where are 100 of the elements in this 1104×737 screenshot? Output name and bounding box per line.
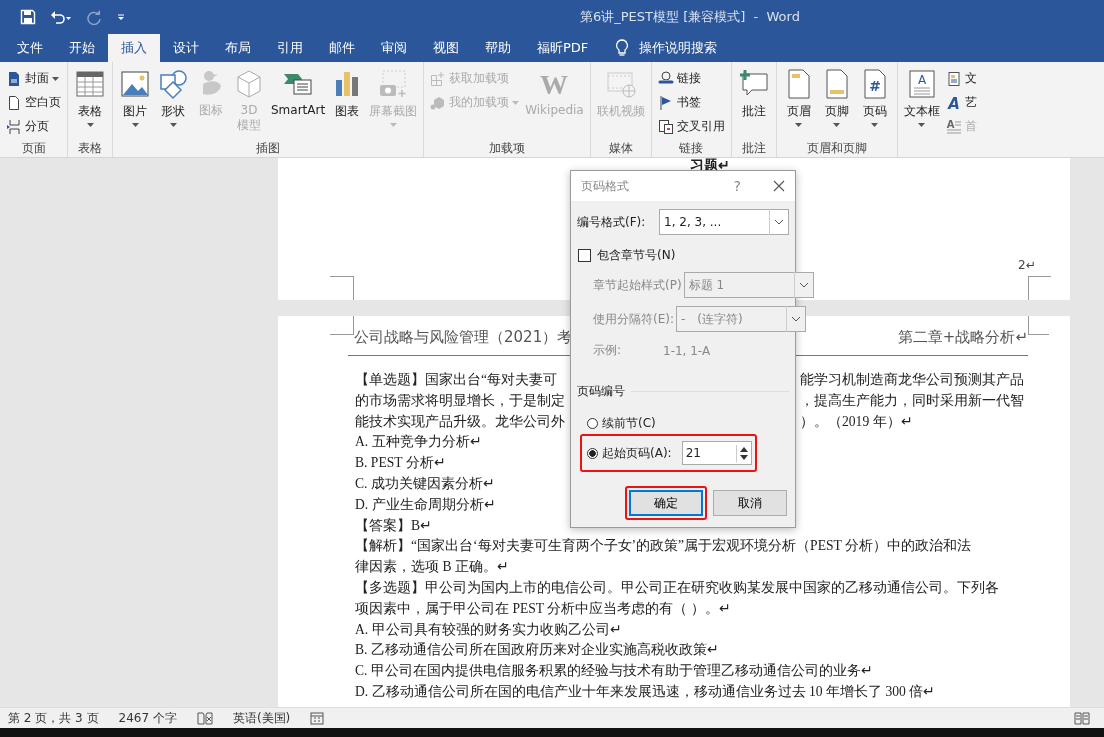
radio-button[interactable] (587, 447, 598, 459)
tell-me-search[interactable]: 操作说明搜索 (639, 39, 718, 57)
ribbon-button[interactable]: 空白页 (4, 92, 63, 113)
proofing-icon[interactable] (196, 711, 213, 725)
save-icon[interactable] (20, 9, 36, 25)
ribbon-button[interactable]: # 页码 (855, 66, 894, 140)
ribbon-tab[interactable]: 插入 (108, 34, 160, 62)
example-value: 1-1, 1-A (663, 343, 712, 358)
ribbon-tab[interactable]: 开始 (56, 34, 108, 62)
ribbon-button[interactable]: 链接 (655, 68, 727, 89)
ribbon-button[interactable]: 图片 (116, 66, 154, 140)
paragraph-text: 项因素中，属于甲公司在 PEST 分析中应当考虑的有（ ）。↵ (355, 600, 731, 616)
ribbon-tab[interactable]: 帮助 (472, 34, 524, 62)
number-format-select[interactable]: 1, 2, 3, ... (659, 209, 789, 235)
paragraph-text: 能学习机制造商龙华公司预测其产品 (800, 371, 1024, 389)
redo-icon[interactable] (86, 9, 102, 25)
dialog-button[interactable]: 取消 (713, 490, 787, 516)
dialog-button[interactable]: 确定 (629, 490, 703, 516)
undo-icon[interactable] (50, 9, 72, 25)
lightbulb-icon[interactable] (615, 39, 630, 57)
paragraph-text: C. 成功关键因素分析↵ (355, 476, 495, 491)
field-label: 使用分隔符(E): (593, 310, 674, 328)
ribbon-button[interactable]: 分页 (4, 116, 63, 137)
crop-mark (1028, 316, 1049, 335)
group-label: 页面 (21, 140, 46, 156)
field-label: 编号格式(F): (577, 213, 646, 231)
ribbon-button[interactable]: SmartArt (268, 66, 329, 140)
paragraph-text: A. 甲公司具有较强的财务实力收购乙公司↵ (355, 621, 622, 637)
paragraph-text: 律因素，选项 B 正确。↵ (355, 559, 509, 575)
ribbon-tab[interactable]: 引用 (264, 34, 316, 62)
header-text: 公司战略与风险管理（2021）考 (354, 328, 573, 347)
group-label: 链接 (679, 140, 704, 156)
paragraph-text: 【单选题】国家出台“每对夫妻可 (355, 371, 559, 389)
ribbon-button[interactable]: 图表 (328, 66, 367, 140)
ribbon-tab[interactable]: 审阅 (368, 34, 420, 62)
table-icon (74, 68, 106, 100)
paragraph-text: ，提高生产能力，同时采用新一代智 (800, 391, 1024, 410)
field-label: 章节起始样式(P) (593, 276, 682, 294)
group-label: 批注 (741, 140, 766, 156)
cross-reference-icon (657, 118, 674, 135)
ribbon-button[interactable]: 页脚 (817, 66, 856, 140)
ribbon-button[interactable]: 交叉引用 (655, 116, 727, 137)
paragraph-text: A. 五种竞争力分析↵ (355, 434, 482, 450)
field-label: 示例: (593, 342, 622, 359)
book-icon[interactable] (1074, 711, 1090, 725)
ribbon-button[interactable]: 文 (943, 68, 979, 89)
paragraph-text: 【解析】“国家出台‘每对夫妻可生育两个子女’的政策”属于宏观环境分析（PEST 分析）中的政治和法 (355, 538, 971, 554)
checkbox[interactable] (578, 249, 591, 262)
ribbon-tab[interactable]: 布局 (212, 34, 264, 62)
checkbox-label[interactable]: 包含章节号(N) (597, 247, 676, 264)
ribbon-tab[interactable]: 设计 (160, 34, 212, 62)
ribbon-button[interactable]: 表格 (71, 66, 109, 140)
ribbon-tab[interactable]: 文件 (4, 34, 56, 62)
ribbon-tab[interactable]: 邮件 (316, 34, 368, 62)
crop-mark (330, 316, 354, 335)
crop-mark (1028, 276, 1051, 300)
group-label: 表格 (78, 140, 102, 156)
group-label: 媒体 (608, 140, 633, 156)
paragraph-text: 【多选题】甲公司为国内上市的电信公司。甲公司正在研究收购某发展中国家的乙移动通信公司。下列各 (355, 579, 999, 595)
header-text: 第二章+战略分析↵ (897, 328, 1028, 347)
radio-label[interactable]: 续前节(C) (602, 414, 656, 432)
radio-button[interactable] (587, 417, 598, 429)
window-title: 第6讲_PEST模型 [兼容模式] - Word (580, 8, 800, 26)
word-count[interactable]: 2467 个字 (118, 709, 177, 727)
crop-mark (330, 276, 354, 300)
ribbon-button[interactable]: 封面 (4, 68, 63, 89)
start-page-field[interactable]: 21 (681, 441, 752, 465)
spin-up-icon[interactable] (739, 446, 748, 452)
group-label: 加载项 (488, 140, 525, 156)
spin-down-icon[interactable] (739, 454, 748, 460)
page-number: 2↵ (1018, 258, 1037, 272)
ribbon-button[interactable]: 页眉 (779, 66, 818, 140)
help-button[interactable]: ? (727, 177, 747, 195)
customize-icon[interactable] (116, 12, 126, 22)
ribbon-button[interactable]: 批注 (734, 66, 773, 140)
paragraph-text: D. 产业生命周期分析↵ (355, 496, 496, 512)
wordart-icon: A (945, 94, 962, 111)
paragraph-text: 的市场需求将明显增长，于是制定 (355, 391, 565, 410)
ribbon-button[interactable]: 书签 (655, 92, 727, 113)
paragraph-text: 【答案】B↵ (355, 517, 433, 533)
section-label: 页码编号 (577, 383, 625, 400)
picture-icon (119, 68, 151, 100)
ribbon-tab[interactable]: 福昕PDF (524, 34, 602, 62)
radio-label[interactable]: 起始页码(A): (602, 444, 672, 462)
cover-page-icon (6, 70, 22, 87)
ribbon-button[interactable]: 形状 (154, 66, 192, 140)
page-count[interactable]: 第 2 页，共 3 页 (8, 709, 99, 727)
close-icon[interactable] (773, 180, 785, 192)
paragraph-text: C. 甲公司在国内提供电信服务积累的经验与技术有助于管理乙移动通信公司的业务↵ (355, 663, 873, 679)
ribbon-button[interactable]: A 文本框 (900, 66, 943, 140)
paragraph-text: ）。（2019 年）↵ (800, 412, 913, 431)
page-break-icon (6, 118, 22, 135)
macro-icon[interactable] (310, 711, 325, 725)
ribbon-tab[interactable]: 视图 (420, 34, 472, 62)
link-icon (657, 70, 674, 87)
ribbon-button[interactable]: A 艺 (943, 92, 979, 113)
language[interactable]: 英语(美国) (232, 709, 291, 727)
w-icon: W (538, 68, 571, 100)
shapes-icon (157, 68, 189, 100)
group-label: 页眉和页脚 (806, 140, 867, 156)
